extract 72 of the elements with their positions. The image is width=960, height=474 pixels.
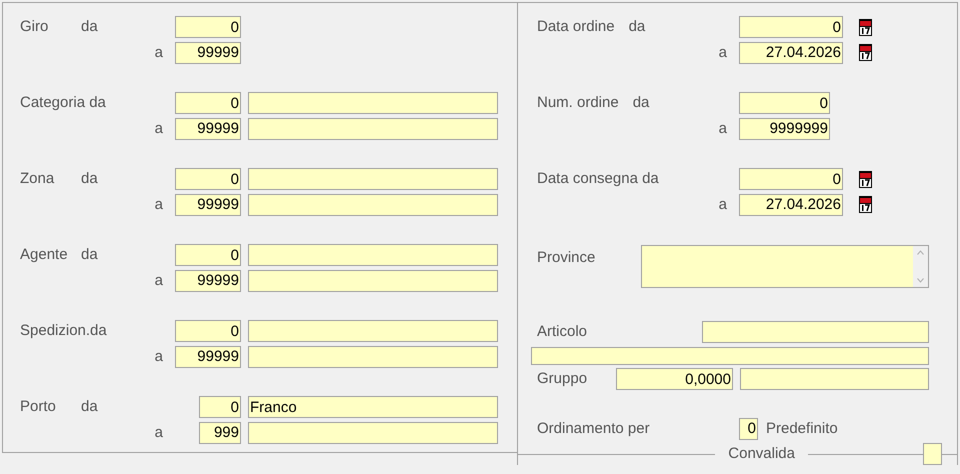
input-field[interactable] (740, 368, 929, 390)
field-label: Articolo (537, 323, 588, 340)
scrollbar[interactable] (913, 246, 928, 287)
field-label: da (81, 245, 98, 265)
input-field[interactable] (248, 92, 498, 114)
checkbox[interactable] (923, 443, 942, 465)
input-field[interactable]: 99999 (175, 270, 241, 292)
calendar-icon[interactable] (858, 44, 873, 62)
input-field[interactable]: 0 (175, 168, 241, 190)
input-field[interactable] (248, 320, 498, 342)
input-field[interactable] (702, 321, 929, 344)
input-field[interactable] (248, 346, 498, 368)
input-field[interactable]: 0 (739, 168, 843, 190)
input-field[interactable]: 0 (175, 16, 241, 38)
input-field[interactable]: 0 (175, 320, 241, 342)
field-label: Gruppo (537, 370, 588, 387)
field-label: a (154, 194, 163, 214)
input-field[interactable]: 99999 (175, 194, 241, 216)
field-label: a (154, 42, 163, 62)
input-field[interactable]: 0 (175, 244, 241, 266)
input-field[interactable] (248, 168, 498, 190)
field-label: a (154, 270, 163, 290)
input-field[interactable] (248, 270, 498, 292)
field-label: Zona (20, 169, 56, 189)
field-label: da (628, 17, 646, 37)
field-label: Convalida (728, 444, 795, 464)
field-label: a (718, 42, 727, 62)
field-label: Giro (20, 17, 50, 37)
field-label: Agente (20, 245, 69, 265)
field-label: a (718, 118, 727, 138)
input-field[interactable]: 99999 (175, 42, 241, 64)
field-label: Categoria da (20, 93, 106, 113)
input-field[interactable]: Franco (248, 396, 498, 418)
input-field[interactable] (531, 346, 929, 365)
input-field[interactable]: 0 (739, 92, 830, 114)
field-label: da (81, 17, 98, 37)
calendar-icon[interactable] (858, 196, 873, 214)
field-label: a (154, 118, 163, 138)
field-label: Data consegna da (537, 169, 659, 189)
field-label: Num. ordine (537, 93, 619, 113)
input-field[interactable]: 0 (739, 16, 843, 38)
input-field[interactable]: 0,0000 (616, 368, 733, 390)
field-label: da (81, 169, 98, 189)
input-field[interactable]: 99999 (175, 118, 241, 140)
input-field[interactable]: 0 (175, 92, 241, 114)
field-label: Ordinamento per (537, 420, 650, 436)
input-field[interactable]: 9999999 (739, 118, 830, 140)
field-label: Province (537, 249, 596, 266)
input-field[interactable] (248, 422, 498, 444)
input-field[interactable] (248, 194, 498, 216)
field-label: Predefinito (766, 418, 838, 438)
calendar-icon[interactable] (858, 170, 873, 188)
field-label: da (81, 397, 98, 417)
input-field[interactable]: 0 (739, 418, 758, 440)
field-label: Porto (20, 397, 57, 417)
input-field[interactable]: 99999 (175, 346, 241, 368)
input-field[interactable]: 27.04.2026 (739, 42, 843, 64)
input-field[interactable]: 0 (199, 396, 241, 418)
calendar-icon[interactable] (858, 18, 873, 36)
scroll-up-icon[interactable] (917, 250, 924, 255)
field-label: a (154, 422, 163, 442)
field-label: a (718, 194, 727, 214)
field-label: da (632, 93, 650, 113)
field-label: Data ordine (537, 17, 615, 37)
province-list[interactable] (641, 245, 929, 288)
scroll-down-icon[interactable] (917, 278, 924, 283)
input-field[interactable] (248, 118, 498, 140)
field-label: Spedizion.da (20, 321, 107, 341)
field-label: a (154, 346, 163, 366)
input-field[interactable]: 999 (199, 422, 241, 444)
input-field[interactable]: 27.04.2026 (739, 194, 843, 216)
input-field[interactable] (248, 244, 498, 266)
